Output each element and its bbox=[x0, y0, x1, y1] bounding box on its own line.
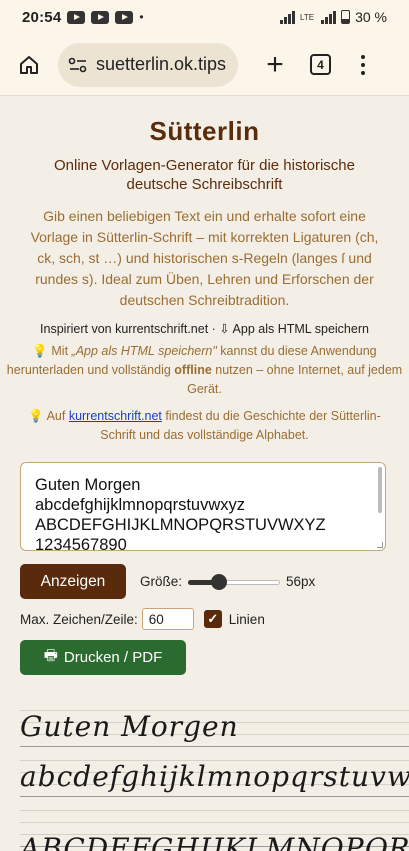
browser-toolbar: suetterlin.ok.tips + 4 bbox=[0, 34, 409, 96]
hint-text: Auf bbox=[43, 409, 69, 423]
address-bar[interactable]: suetterlin.ok.tips bbox=[58, 42, 238, 87]
show-button[interactable]: Anzeigen bbox=[20, 564, 126, 599]
text-line: Guten Morgen bbox=[35, 476, 141, 494]
url-text: suetterlin.ok.tips bbox=[96, 54, 227, 74]
status-bar: 20:54 • LTE 30 % bbox=[0, 0, 409, 34]
text-line: 1234567890 bbox=[35, 536, 127, 551]
controls-row: Anzeigen Größe: 56px bbox=[20, 564, 315, 599]
hint-emphasis: „App als HTML speichern" bbox=[71, 344, 217, 358]
offline-hint: 💡 Mit „App als HTML speichern" kannst du… bbox=[0, 342, 409, 399]
preview-text: Guten Morgen bbox=[20, 710, 239, 743]
youtube-notification-icon bbox=[67, 10, 86, 24]
battery-level: 30 % bbox=[355, 9, 387, 25]
tab-switcher-button[interactable]: 4 bbox=[310, 54, 331, 75]
hint-bold: offline bbox=[174, 363, 212, 377]
size-label: Größe: bbox=[140, 574, 183, 589]
lte-icon: LTE bbox=[300, 12, 315, 22]
text-line: abcdefghijklmnopqrstuvwxyz bbox=[35, 496, 246, 514]
preview-text: abcdefghijklmnopqrstuvwxyz bbox=[20, 760, 409, 793]
options-row: Max. Zeichen/Zeile: 60 ✓ Linien bbox=[20, 607, 265, 631]
print-button[interactable]: 🖶 Drucken / PDF bbox=[20, 640, 186, 675]
intro-text: Gib einen beliebigen Text ein und erhalt… bbox=[30, 208, 379, 308]
menu-icon[interactable] bbox=[361, 54, 365, 75]
preview-text: ABCDEFGHIJKLMNOPQRSTUVWXYZ bbox=[20, 832, 409, 851]
lines-label: Linien bbox=[228, 611, 265, 627]
youtube-notification-icon bbox=[91, 10, 110, 24]
home-icon[interactable] bbox=[14, 50, 44, 80]
new-tab-button[interactable]: + bbox=[260, 49, 290, 80]
print-button-label: Drucken / PDF bbox=[63, 649, 163, 666]
preview-line: ABCDEFGHIJKLMNOPQRSTUVWXYZ bbox=[20, 808, 409, 851]
lightbulb-icon: 💡 bbox=[28, 409, 44, 423]
separator: · bbox=[208, 322, 220, 336]
signal-icon bbox=[280, 10, 295, 24]
textarea-scrollbar[interactable] bbox=[378, 467, 382, 513]
lightbulb-icon: 💡 bbox=[32, 344, 48, 358]
lines-checkbox[interactable]: ✓ bbox=[203, 610, 222, 628]
resize-handle-icon[interactable] bbox=[377, 542, 383, 548]
size-slider[interactable] bbox=[188, 572, 281, 592]
battery-icon bbox=[341, 10, 351, 24]
more-notifications-dot-icon: • bbox=[139, 10, 144, 24]
slider-knob[interactable] bbox=[211, 573, 228, 590]
max-chars-input[interactable]: 60 bbox=[141, 608, 194, 630]
youtube-notification-icon bbox=[115, 10, 134, 24]
text-line: ABCDEFGHIJKLMNOPQRSTUVWXYZ bbox=[35, 516, 326, 534]
hint-text: nutzen – ohne Internet, auf jedem Gerät. bbox=[187, 363, 403, 396]
suetterlin-preview: Guten Morgen abcdefghijklmnopqrstuvwxyz … bbox=[0, 700, 409, 851]
hint-text: Mit bbox=[47, 344, 72, 358]
kurrentschrift-link[interactable]: kurrentschrift.net bbox=[115, 322, 208, 336]
preview-line: abcdefghijklmnopqrstuvwxyz bbox=[20, 758, 409, 798]
page-content: Sütterlin Online Vorlagen-Generator für … bbox=[0, 96, 409, 445]
max-chars-label: Max. Zeichen/Zeile: bbox=[20, 611, 138, 627]
history-hint: 💡 Auf kurrentschrift.net findest du die … bbox=[0, 407, 409, 445]
preview-line: Guten Morgen bbox=[20, 708, 409, 748]
save-app-link[interactable]: ⇩ App als HTML speichern bbox=[219, 322, 369, 336]
signal-icon bbox=[321, 10, 337, 24]
size-value: 56px bbox=[286, 574, 316, 589]
printer-icon: 🖶 bbox=[43, 647, 58, 664]
inspired-prefix: Inspiriert von bbox=[40, 322, 116, 336]
kurrentschrift-history-link[interactable]: kurrentschrift.net bbox=[69, 409, 162, 423]
inspired-line: Inspiriert von kurrentschrift.net · ⇩ Ap… bbox=[0, 321, 409, 336]
status-time: 20:54 bbox=[22, 8, 62, 26]
page-subtitle: Online Vorlagen-Generator für die histor… bbox=[54, 157, 355, 193]
site-settings-icon[interactable] bbox=[68, 57, 88, 73]
page-title: Sütterlin bbox=[149, 116, 260, 146]
text-input[interactable]: Guten Morgen abcdefghijklmnopqrstuvwxyz … bbox=[20, 462, 386, 551]
